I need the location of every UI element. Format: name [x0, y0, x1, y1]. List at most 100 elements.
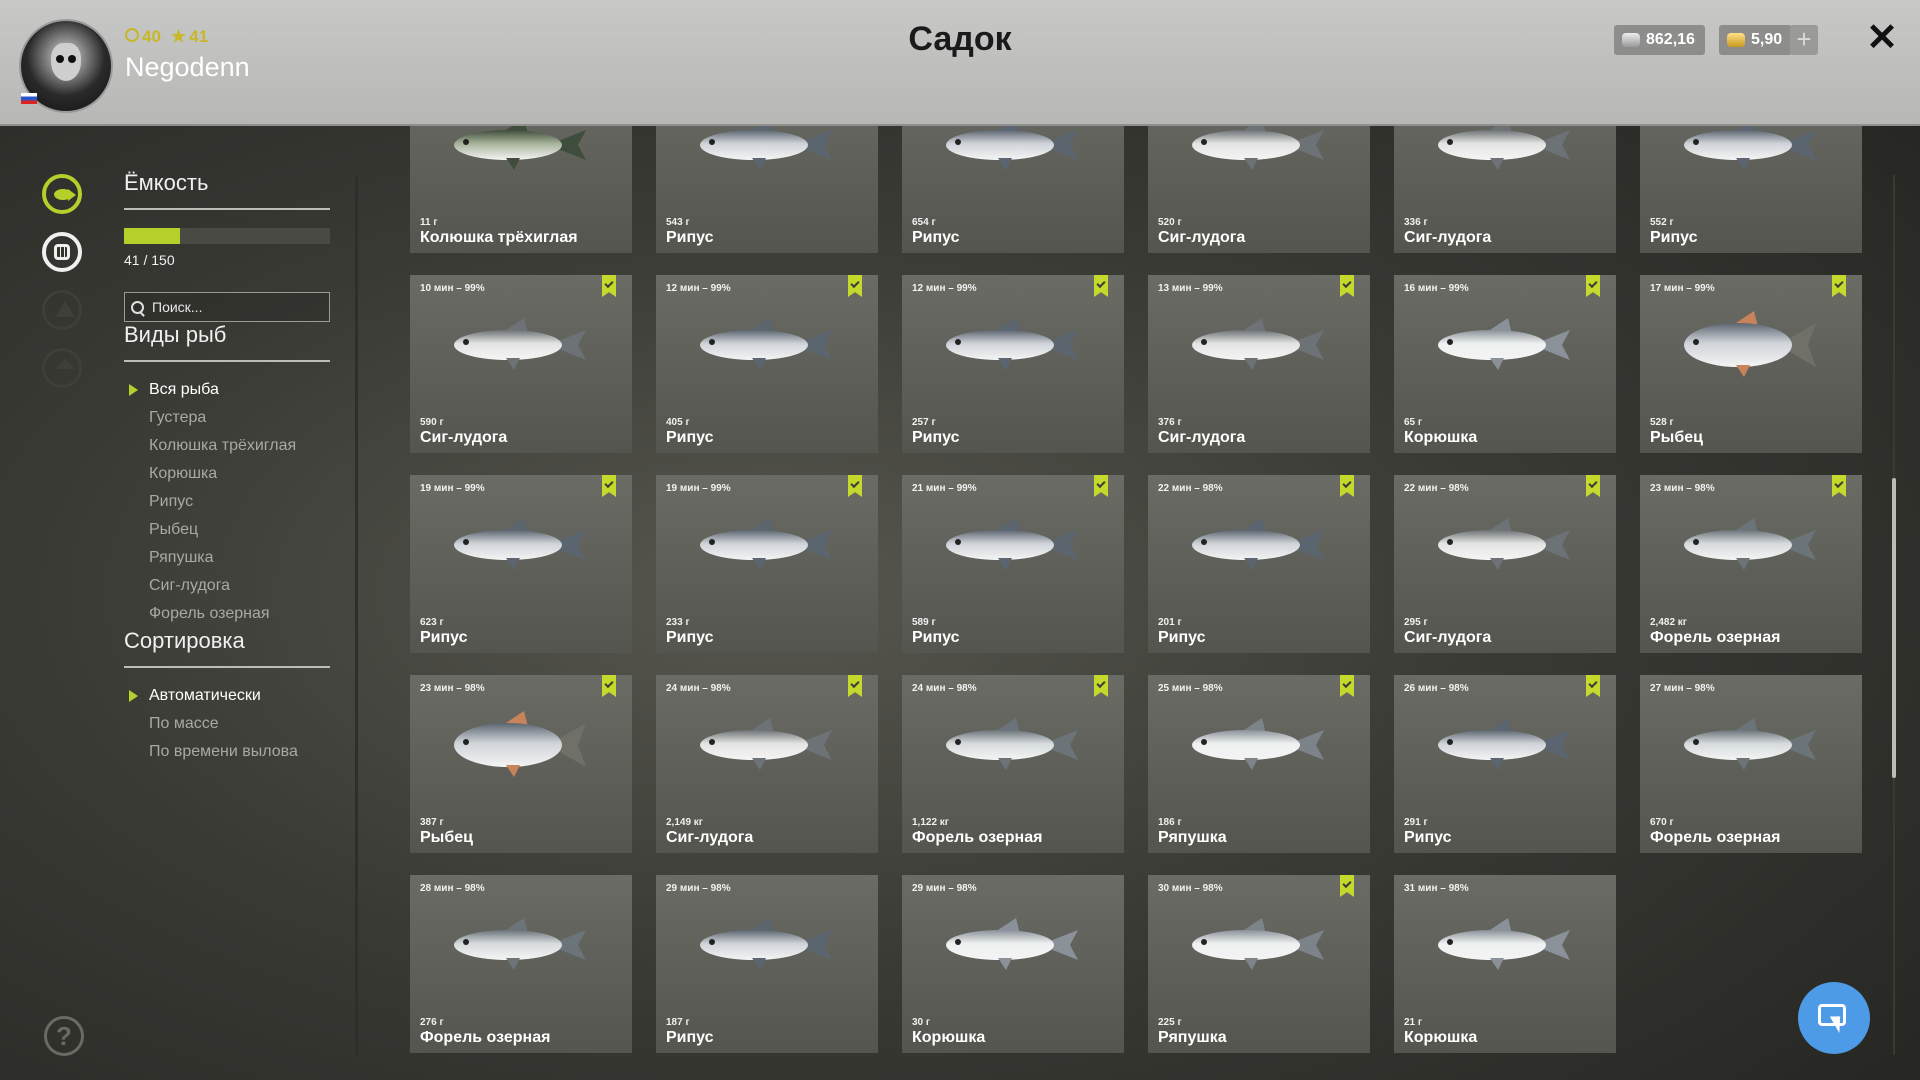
bookmark-icon[interactable]	[1832, 275, 1846, 297]
bookmark-icon[interactable]	[1340, 475, 1354, 497]
boat-icon[interactable]	[42, 290, 82, 330]
species-option[interactable]: Колюшка трёхиглая	[124, 432, 330, 460]
bookmark-icon[interactable]	[602, 275, 616, 297]
bookmark-icon[interactable]	[602, 675, 616, 697]
fish-card[interactable]: 336 г Сиг-лудога	[1394, 126, 1616, 253]
species-option[interactable]: Корюшка	[124, 460, 330, 488]
fish-card[interactable]: 21 мин – 99% 589 г Рипус	[902, 475, 1124, 653]
bookmark-icon[interactable]	[1586, 475, 1600, 497]
fish-card[interactable]: 10 мин – 99% 590 г Сиг-лудога	[410, 275, 632, 453]
fish-card[interactable]: 19 мин – 99% 623 г Рипус	[410, 475, 632, 653]
sort-option[interactable]: Автоматически	[124, 682, 330, 710]
species-option[interactable]: Вся рыба	[124, 376, 330, 404]
sort-option[interactable]: По времени вылова	[124, 738, 330, 766]
home-icon[interactable]	[42, 348, 82, 388]
fish-card[interactable]: 29 мин – 98% 187 г Рипус	[656, 875, 878, 1053]
fish-card[interactable]: 520 г Сиг-лудога	[1148, 126, 1370, 253]
fish-card[interactable]: 19 мин – 99% 233 г Рипус	[656, 475, 878, 653]
fish-card[interactable]: 12 мин – 99% 405 г Рипус	[656, 275, 878, 453]
bookmark-icon[interactable]	[1586, 275, 1600, 297]
fish-image	[946, 126, 1078, 170]
capacity-bar-fill	[124, 228, 181, 244]
catch-time: 21 мин – 99%	[912, 483, 977, 494]
fish-species: Рипус	[666, 629, 714, 646]
gold-balance: 5,90	[1719, 25, 1793, 55]
catch-time: 13 мин – 99%	[1158, 283, 1223, 294]
help-icon[interactable]: ?	[44, 1016, 84, 1056]
fish-weight: 387 г	[420, 817, 444, 828]
fish-card[interactable]: 654 г Рипус	[902, 126, 1124, 253]
fish-card[interactable]: 13 мин – 99% 376 г Сиг-лудога	[1148, 275, 1370, 453]
fish-card[interactable]: 26 мин – 98% 291 г Рипус	[1394, 675, 1616, 853]
fish-species: Рипус	[912, 429, 960, 446]
fish-card[interactable]: 28 мин – 98% 276 г Форель озерная	[410, 875, 632, 1053]
fish-card[interactable]: 22 мин – 98% 201 г Рипус	[1148, 475, 1370, 653]
fish-weight: 257 г	[912, 417, 936, 428]
catch-time: 26 мин – 98%	[1404, 683, 1469, 694]
fish-card[interactable]: 22 мин – 98% 295 г Сиг-лудога	[1394, 475, 1616, 653]
catch-time: 16 мин – 99%	[1404, 283, 1469, 294]
fish-card[interactable]: 24 мин – 98% 1,122 кг Форель озерная	[902, 675, 1124, 853]
fish-card[interactable]: 11 г Колюшка трёхиглая	[410, 126, 632, 253]
catch-time: 12 мин – 99%	[912, 283, 977, 294]
catch-time: 23 мин – 98%	[420, 683, 485, 694]
fish-card[interactable]: 12 мин – 99% 257 г Рипус	[902, 275, 1124, 453]
bookmark-icon[interactable]	[1340, 875, 1354, 897]
species-option[interactable]: Рипус	[124, 488, 330, 516]
bookmark-icon[interactable]	[1340, 275, 1354, 297]
fish-card[interactable]: 24 мин – 98% 2,149 кг Сиг-лудога	[656, 675, 878, 853]
fish-card[interactable]: 25 мин – 98% 186 г Ряпушка	[1148, 675, 1370, 853]
cursor-mode-button[interactable]	[1798, 982, 1870, 1054]
species-option[interactable]: Сиг-лудога	[124, 572, 330, 600]
fish-card[interactable]: 31 мин – 98% 21 г Корюшка	[1394, 875, 1616, 1053]
bookmark-icon[interactable]	[848, 475, 862, 497]
fish-species: Форель озерная	[420, 1029, 551, 1046]
fish-weight: 65 г	[1404, 417, 1423, 428]
fish-card[interactable]: 29 мин – 98% 30 г Корюшка	[902, 875, 1124, 1053]
catch-time: 19 мин – 99%	[666, 483, 731, 494]
fish-weight: 21 г	[1404, 1017, 1423, 1028]
fish-icon[interactable]	[42, 174, 82, 214]
fish-species: Рипус	[912, 629, 960, 646]
sort-heading: Сортировка	[124, 628, 330, 668]
search-box[interactable]	[124, 292, 330, 322]
fish-card[interactable]: 543 г Рипус	[656, 126, 878, 253]
fish-card[interactable]: 17 мин – 99% 528 г Рыбец	[1640, 275, 1862, 453]
bookmark-icon[interactable]	[848, 675, 862, 697]
russia-flag-icon	[21, 93, 37, 104]
bookmark-icon[interactable]	[1832, 475, 1846, 497]
fish-species: Корюшка	[1404, 429, 1478, 446]
fish-card[interactable]: 23 мин – 98% 387 г Рыбец	[410, 675, 632, 853]
bookmark-icon[interactable]	[848, 275, 862, 297]
bookmark-icon[interactable]	[602, 475, 616, 497]
species-option[interactable]: Форель озерная	[124, 600, 330, 628]
fish-weight: 590 г	[420, 417, 444, 428]
bookmark-icon[interactable]	[1340, 675, 1354, 697]
species-option[interactable]: Рыбец	[124, 516, 330, 544]
bookmark-icon[interactable]	[1094, 475, 1108, 497]
buy-currency-button[interactable]: +	[1790, 25, 1818, 55]
sort-option[interactable]: По массе	[124, 710, 330, 738]
fish-card[interactable]: 30 мин – 98% 225 г Ряпушка	[1148, 875, 1370, 1053]
bookmark-icon[interactable]	[1586, 675, 1600, 697]
keepnet-grid[interactable]: 11 г Колюшка трёхиглая 543 г Рипус 654 г Рипу…	[408, 126, 1878, 1080]
search-input[interactable]	[152, 299, 302, 315]
keepnet-icon[interactable]	[42, 232, 82, 272]
fish-card[interactable]: 16 мин – 99% 65 г Корюшка	[1394, 275, 1616, 453]
species-option[interactable]: Густера	[124, 404, 330, 432]
fish-card[interactable]: 552 г Рипус	[1640, 126, 1862, 253]
catch-time: 28 мин – 98%	[420, 883, 485, 894]
fish-card[interactable]: 23 мин – 98% 2,482 кг Форель озерная	[1640, 475, 1862, 653]
fish-weight: 670 г	[1650, 817, 1674, 828]
species-option[interactable]: Ряпушка	[124, 544, 330, 572]
bookmark-icon[interactable]	[1094, 675, 1108, 697]
fish-species: Ряпушка	[1158, 1029, 1227, 1046]
bookmark-icon[interactable]	[1094, 275, 1108, 297]
search-icon	[131, 300, 144, 314]
close-button[interactable]: ✕	[1864, 18, 1900, 58]
scrollbar-thumb[interactable]	[1892, 478, 1896, 778]
fish-card[interactable]: 27 мин – 98% 670 г Форель озерная	[1640, 675, 1862, 853]
fish-species: Рипус	[666, 1029, 714, 1046]
fish-weight: 543 г	[666, 217, 690, 228]
fish-image	[454, 518, 586, 570]
